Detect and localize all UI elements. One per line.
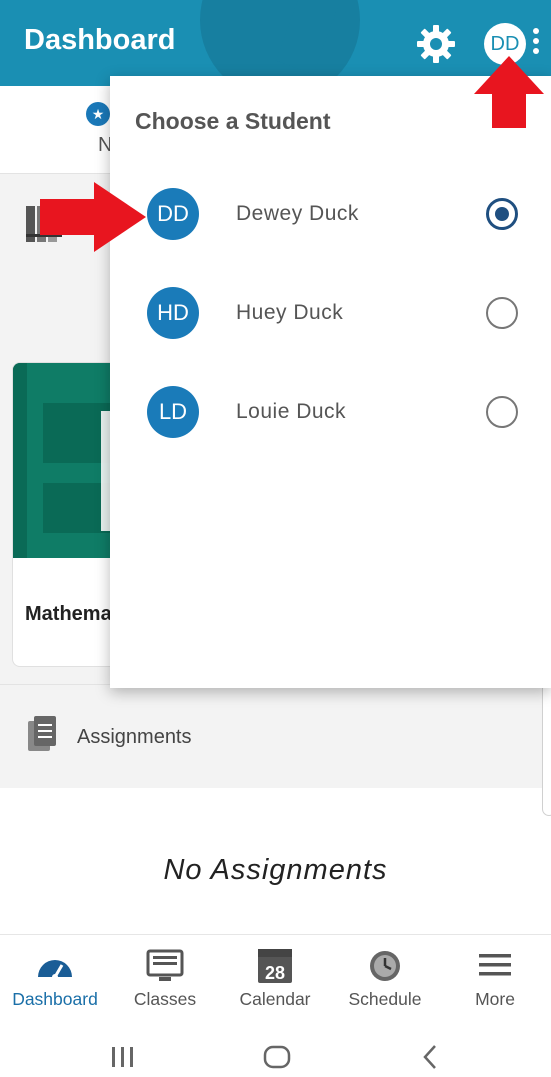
radio-unselected[interactable] [486, 396, 518, 428]
nav-label: More [475, 989, 515, 1009]
bottom-navigation: Dashboard Classes 28 Calendar Schedule M… [0, 934, 551, 1022]
student-name: Huey Duck [236, 301, 344, 324]
nav-more[interactable]: More [440, 935, 550, 1023]
annotation-arrow-right [40, 182, 146, 252]
nav-calendar[interactable]: 28 Calendar [220, 935, 330, 1023]
nav-label: Classes [133, 989, 197, 1009]
course-name: Mathema [25, 603, 112, 625]
monitor-icon [146, 949, 184, 981]
star-icon[interactable]: ★ [86, 102, 110, 126]
student-option[interactable]: DD Dewey Duck [110, 178, 551, 258]
nav-label: Dashboard [12, 989, 98, 1009]
student-option[interactable]: HD Huey Duck [110, 277, 551, 357]
nav-label: Calendar [239, 989, 311, 1009]
home-icon[interactable] [263, 1045, 291, 1069]
nav-classes[interactable]: Classes [110, 935, 220, 1023]
calendar-icon: 28 [258, 949, 292, 983]
section-title: Assignments [77, 726, 192, 748]
hamburger-icon [479, 954, 511, 976]
empty-state-message: No Assignments [163, 854, 388, 886]
nav-schedule[interactable]: Schedule [330, 935, 440, 1023]
system-navigation-bar [0, 1022, 551, 1077]
student-avatar: DD [147, 188, 199, 240]
student-name: Dewey Duck [236, 202, 359, 225]
student-option[interactable]: LD Louie Duck [110, 376, 551, 456]
recent-apps-icon[interactable] [110, 1046, 136, 1068]
nav-dashboard[interactable]: Dashboard [0, 935, 110, 1023]
annotation-arrow-up [474, 56, 544, 128]
app-header: Dashboard [0, 0, 551, 86]
radio-selected[interactable] [486, 198, 518, 230]
nav-label: Schedule [348, 989, 422, 1009]
student-picker-panel: Choose a Student DD Dewey Duck HD Huey D… [110, 76, 551, 688]
document-icon [28, 716, 56, 751]
radio-unselected[interactable] [486, 297, 518, 329]
panel-title: Choose a Student [135, 108, 331, 134]
student-avatar: HD [147, 287, 199, 339]
page-title: Dashboard [24, 24, 176, 56]
header-decoration [200, 0, 360, 86]
speedometer-icon [38, 960, 72, 980]
gear-icon[interactable] [414, 22, 458, 66]
clock-icon [370, 951, 400, 981]
student-name: Louie Duck [236, 400, 347, 423]
calendar-day-number: 28 [265, 963, 285, 983]
back-icon[interactable] [420, 1044, 440, 1070]
student-avatar: LD [147, 386, 199, 438]
